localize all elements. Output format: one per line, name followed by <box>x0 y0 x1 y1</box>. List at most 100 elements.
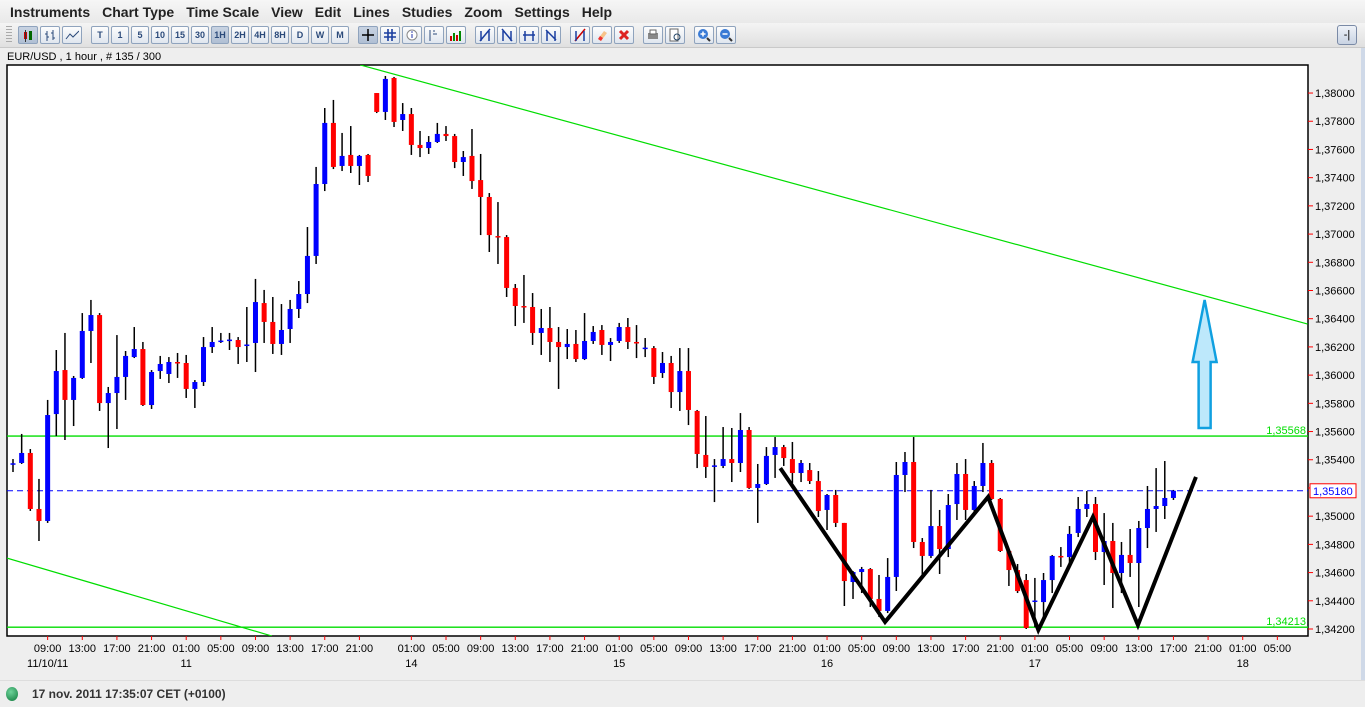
candlestick-chart-icon <box>24 30 32 42</box>
status-datetime: 17 nov. 2011 17:35:07 CET (+0100) <box>32 687 226 701</box>
x-time-label: 17:00 <box>536 643 564 655</box>
candlestick-chart-button[interactable] <box>18 26 38 44</box>
x-date-label: 16 <box>821 658 833 670</box>
delete-line-button[interactable] <box>570 26 590 44</box>
y-tick-label: 1,34600 <box>1315 568 1355 580</box>
y-tick-label: 1,37000 <box>1315 229 1355 241</box>
y-tick-label: 1,34800 <box>1315 539 1355 551</box>
timescale-m-button[interactable]: M <box>331 26 349 44</box>
y-tick-label: 1,36400 <box>1315 314 1355 326</box>
menu-settings[interactable]: Settings <box>509 4 576 20</box>
grid-button[interactable] <box>380 26 400 44</box>
print-button[interactable] <box>643 26 663 44</box>
candle-body <box>919 541 925 556</box>
menu-help[interactable]: Help <box>576 4 618 20</box>
candle-body <box>772 447 778 455</box>
candle-body <box>235 340 241 348</box>
menu-lines[interactable]: Lines <box>347 4 396 20</box>
toolbar: T 1 5 10 15 30 1H 2H 4H 8H D W M <box>0 23 1365 48</box>
candle-body <box>374 93 380 112</box>
parallel-lines-button[interactable] <box>497 26 517 44</box>
candle-body <box>45 415 51 521</box>
candle-body <box>434 133 440 142</box>
timescale-8h-button[interactable]: 8H <box>271 26 289 44</box>
price-marker-icon <box>429 30 437 41</box>
pin-button[interactable]: -| <box>1337 25 1357 45</box>
candle-body <box>339 155 345 166</box>
x-time-label: 09:00 <box>1090 643 1118 655</box>
fibonacci-button[interactable] <box>541 26 561 44</box>
candle <box>989 460 995 500</box>
y-tick-label: 1,36200 <box>1315 342 1355 354</box>
timescale-t-button[interactable]: T <box>91 26 109 44</box>
status-bar: 17 nov. 2011 17:35:07 CET (+0100) <box>0 680 1365 707</box>
x-time-label: 01:00 <box>172 643 200 655</box>
candle-body <box>599 329 605 345</box>
timescale-5-button[interactable]: 5 <box>131 26 149 44</box>
line-chart-button[interactable] <box>62 26 82 44</box>
bar-chart-button[interactable] <box>40 26 60 44</box>
horizontal-lines-button[interactable] <box>519 26 539 44</box>
menu-view[interactable]: View <box>265 4 309 20</box>
print-preview-icon <box>669 28 681 42</box>
candle-body <box>183 362 189 389</box>
candle-body <box>201 347 207 383</box>
bar-chart-icon <box>45 30 55 41</box>
timescale-10-button[interactable]: 10 <box>151 26 169 44</box>
timescale-2h-button[interactable]: 2H <box>231 26 249 44</box>
candle-body <box>79 330 85 378</box>
timescale-1-button[interactable]: 1 <box>111 26 129 44</box>
eraser-button[interactable] <box>592 26 612 44</box>
print-preview-button[interactable] <box>665 26 685 44</box>
info-button[interactable] <box>402 26 422 44</box>
candle-body <box>443 133 449 137</box>
x-time-label: 13:00 <box>709 643 737 655</box>
candle-body <box>192 382 198 389</box>
candle-body <box>365 154 371 176</box>
candle-body <box>166 362 172 374</box>
timescale-1h-button[interactable]: 1H <box>211 26 229 44</box>
menu-zoom[interactable]: Zoom <box>458 4 508 20</box>
menu-chart-type[interactable]: Chart Type <box>96 4 180 20</box>
menu-instruments[interactable]: Instruments <box>4 4 96 20</box>
x-time-label: 17:00 <box>103 643 131 655</box>
candle-body <box>512 287 518 307</box>
timescale-4h-button[interactable]: 4H <box>251 26 269 44</box>
candle <box>504 235 510 297</box>
y-tick-label: 1,36600 <box>1315 285 1355 297</box>
zoom-in-button[interactable] <box>694 26 714 44</box>
candle-body <box>270 321 276 344</box>
timescale-30-button[interactable]: 30 <box>191 26 209 44</box>
trendline-button[interactable] <box>475 26 495 44</box>
timescale-15-button[interactable]: 15 <box>171 26 189 44</box>
fibonacci-icon <box>545 29 557 41</box>
candle-body <box>564 343 570 348</box>
price-chart[interactable]: 1,38000 1,37800 1,37600 1,37400 1,37200 1,370… <box>0 48 1365 680</box>
zoom-out-button[interactable] <box>716 26 736 44</box>
delete-all-button[interactable] <box>614 26 634 44</box>
candle-body <box>1170 490 1176 498</box>
volume-button[interactable] <box>446 26 466 44</box>
candle-body <box>88 315 94 331</box>
menu-studies[interactable]: Studies <box>396 4 459 20</box>
candle-body <box>642 347 648 350</box>
candle-body <box>789 459 795 474</box>
x-time-label: 05:00 <box>207 643 235 655</box>
x-time-label: 13:00 <box>276 643 304 655</box>
delete-line-icon <box>574 28 586 42</box>
menu-time-scale[interactable]: Time Scale <box>180 4 265 20</box>
price-marker-button[interactable] <box>424 26 444 44</box>
x-time-label: 13:00 <box>69 643 97 655</box>
candle-body <box>885 576 891 611</box>
toolbar-grip[interactable] <box>6 26 12 44</box>
candle-body <box>616 327 622 341</box>
timescale-d-button[interactable]: D <box>291 26 309 44</box>
candle-body <box>902 462 908 475</box>
crosshair-button[interactable] <box>358 26 378 44</box>
pin-icon: -| <box>1343 29 1351 41</box>
timescale-w-button[interactable]: W <box>311 26 329 44</box>
x-time-label: 01:00 <box>605 643 633 655</box>
menu-edit[interactable]: Edit <box>309 4 347 20</box>
candle-body <box>417 144 423 149</box>
last-price-label: 1,35180 <box>1313 486 1353 498</box>
